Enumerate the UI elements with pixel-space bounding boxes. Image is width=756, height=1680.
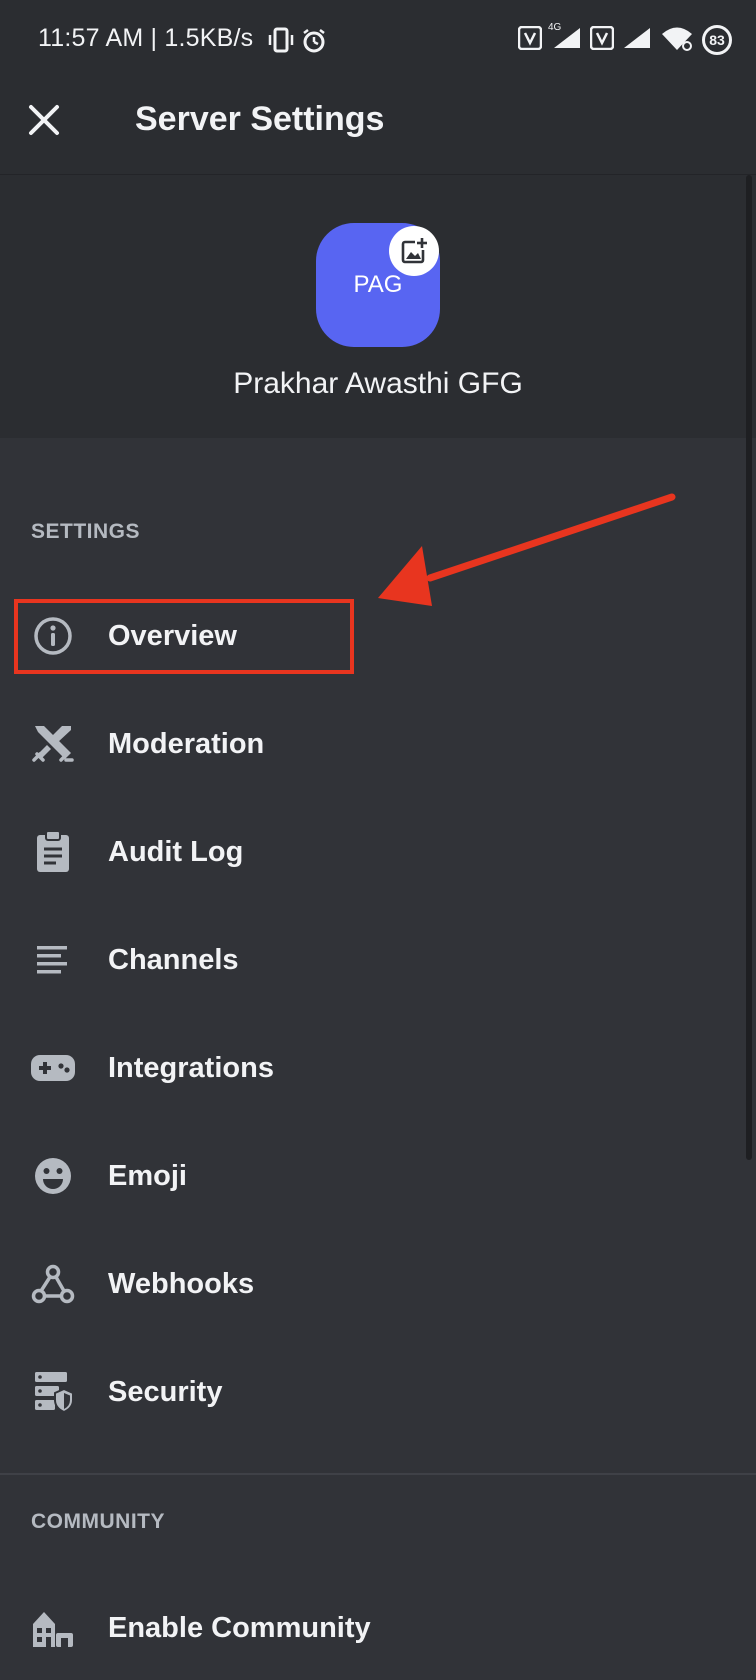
list-icon xyxy=(30,937,76,983)
server-name: Prakhar Awasthi GFG xyxy=(233,367,523,400)
info-icon xyxy=(30,613,76,659)
scrollbar[interactable] xyxy=(746,175,752,1160)
header-bar: Server Settings xyxy=(0,82,756,175)
alarm-icon xyxy=(301,28,327,59)
server-banner: PAG Prakhar Awasthi GFG xyxy=(0,175,756,438)
community-icon xyxy=(30,1605,76,1651)
smiley-icon xyxy=(30,1153,76,1199)
close-button[interactable] xyxy=(20,96,68,144)
menu-label-emoji: Emoji xyxy=(108,1159,187,1192)
menu-item-moderation[interactable]: Moderation xyxy=(0,694,740,794)
webhook-icon xyxy=(30,1261,76,1307)
menu-item-webhooks[interactable]: Webhooks xyxy=(0,1234,740,1334)
volte-icon-2 xyxy=(589,25,615,55)
clipboard-icon xyxy=(30,829,76,875)
menu-label-webhooks: Webhooks xyxy=(108,1267,255,1300)
menu-item-security[interactable]: Security xyxy=(0,1342,740,1442)
community-section-header: COMMUNITY xyxy=(31,1510,165,1533)
image-add-icon xyxy=(401,238,427,264)
menu-label-moderation: Moderation xyxy=(108,727,265,760)
close-icon xyxy=(29,105,59,135)
menu-item-integrations[interactable]: Integrations xyxy=(0,1018,740,1118)
section-divider xyxy=(0,1473,756,1475)
menu-item-channels[interactable]: Channels xyxy=(0,910,740,1010)
vibrate-icon xyxy=(268,26,294,59)
menu-item-overview[interactable]: Overview xyxy=(0,586,740,686)
menu-label-audit-log: Audit Log xyxy=(108,835,244,868)
server-shield-icon xyxy=(30,1369,76,1415)
wifi-icon xyxy=(660,25,694,56)
page-title: Server Settings xyxy=(135,100,385,138)
settings-section-header: SETTINGS xyxy=(31,520,141,543)
menu-item-enable-community[interactable]: Enable Community xyxy=(0,1578,740,1678)
server-initials: PAG xyxy=(353,271,403,298)
menu-item-audit-log[interactable]: Audit Log xyxy=(0,802,740,902)
swords-icon xyxy=(30,721,76,767)
status-icons: 4G 83 xyxy=(517,22,732,58)
signal-icon: 4G xyxy=(548,22,582,55)
menu-label-integrations: Integrations xyxy=(108,1051,274,1084)
volte-icon xyxy=(517,25,543,55)
menu-item-emoji[interactable]: Emoji xyxy=(0,1126,740,1226)
menu-label-channels: Channels xyxy=(108,943,239,976)
network-label: 4G xyxy=(548,21,562,33)
signal-icon-2 xyxy=(622,26,652,55)
status-time: 11:57 AM | 1.5KB/s xyxy=(38,24,254,52)
menu-label-security: Security xyxy=(108,1375,223,1408)
upload-image-button[interactable] xyxy=(389,226,439,276)
battery-icon: 83 xyxy=(702,25,732,55)
status-bar: 11:57 AM | 1.5KB/s 4G 83 xyxy=(0,0,756,82)
gamepad-icon xyxy=(30,1045,76,1091)
menu-label-overview: Overview xyxy=(108,619,237,652)
menu-label-enable-community: Enable Community xyxy=(108,1611,371,1644)
